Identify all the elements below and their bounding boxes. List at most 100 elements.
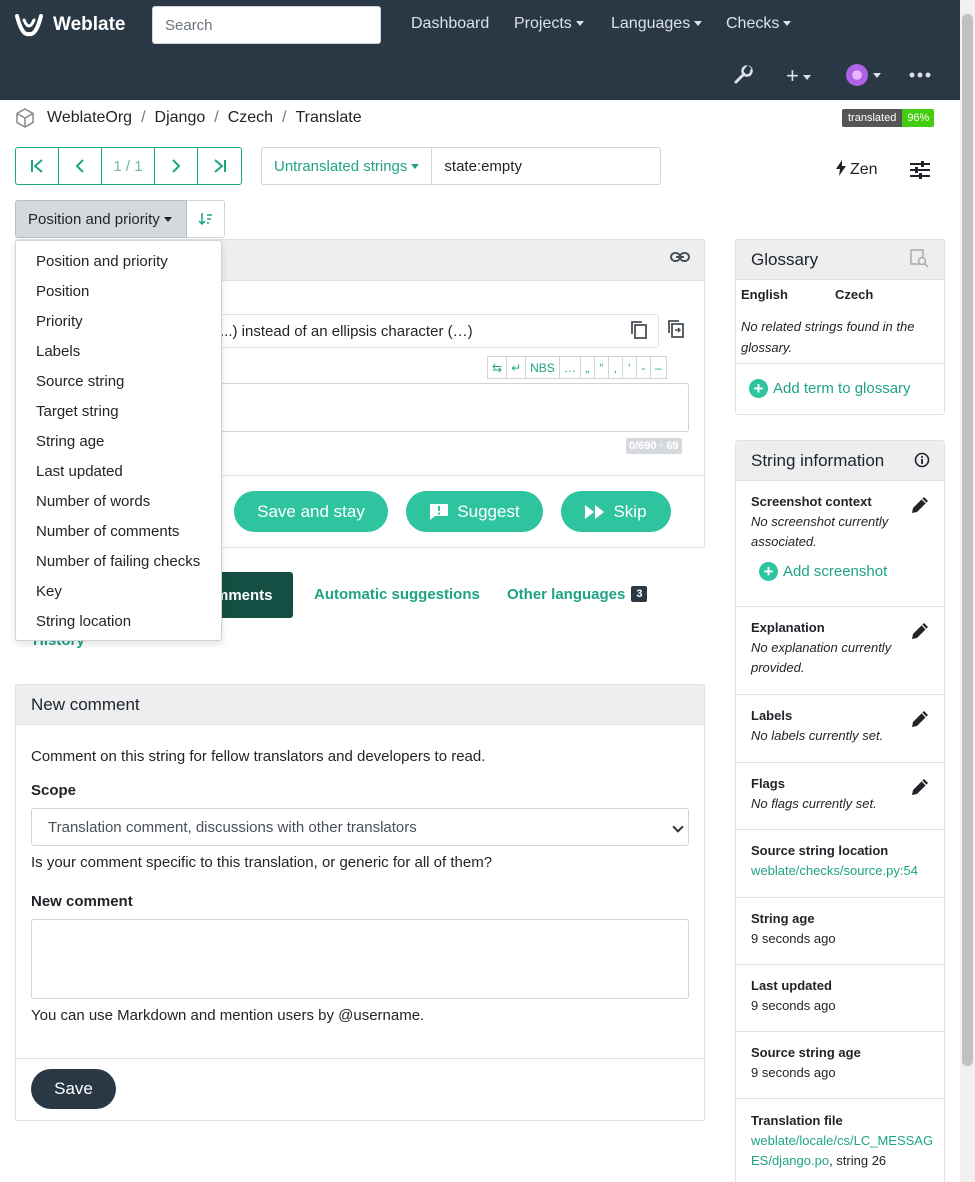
sort-option[interactable]: Number of words [16,486,221,516]
sort-option[interactable]: String location [16,606,221,636]
tab-other-languages[interactable]: Other languages 3 [507,586,648,603]
sort-option[interactable]: Number of comments [16,516,221,546]
string-age-title: String age [751,911,815,926]
filter-query-input[interactable]: state:empty [432,147,662,185]
top-navbar: Weblate Search Dashboard Projects Langua… [0,0,960,100]
edit-pencil-icon[interactable] [910,709,930,729]
plus-circle-icon: + [759,562,778,581]
add-term-link[interactable]: + Add term to glossary [749,379,911,398]
scrollbar-thumb[interactable] [962,14,973,1066]
nav-languages[interactable]: Languages [611,15,703,33]
sort-dropdown-menu: Position and priority Position Priority … [15,240,222,641]
string-info-header: String information [736,441,944,481]
breadcrumb-language[interactable]: Czech [228,109,273,127]
sort-dropdown-button[interactable]: Position and priority [15,200,187,238]
sort-option[interactable]: Target string [16,396,221,426]
sort-option[interactable]: Position [16,276,221,306]
sort-option[interactable]: Number of failing checks [16,546,221,576]
sort-option[interactable]: Key [16,576,221,606]
badge-value: 96% [902,109,935,127]
nav-dashboard[interactable]: Dashboard [411,15,489,33]
screenshot-value: No screenshot currently associated. [751,514,889,549]
tab-automatic-suggestions[interactable]: Automatic suggestions [314,586,480,603]
clone-source-icon[interactable] [667,320,685,338]
filter-group: Untranslated strings state:empty [261,147,662,185]
chevron-down-icon [694,21,703,27]
zen-button[interactable]: Zen [836,160,878,179]
breadcrumb-current: Translate [295,109,362,126]
comment-textarea[interactable] [31,919,689,999]
last-updated-value: 9 seconds ago [751,998,836,1013]
scope-select[interactable]: Translation comment, discussions with ot… [31,808,689,846]
add-menu[interactable]: + [786,63,811,89]
wrench-icon[interactable] [733,65,753,85]
sort-option[interactable]: Priority [16,306,221,336]
chevron-down-icon [672,821,684,833]
settings-sliders-icon[interactable] [910,161,930,179]
divider [736,829,944,830]
sort-option[interactable]: String age [16,426,221,456]
chevron-down-icon [411,163,420,169]
divider [736,897,944,898]
char-button[interactable]: – [649,356,667,379]
breadcrumb: WeblateOrg / Django / Czech / Translate [15,108,362,128]
skip-button[interactable]: Skip [561,491,671,532]
suggest-button[interactable]: Suggest [406,491,543,532]
explanation-value: No explanation currently provided. [751,640,892,675]
sort-option[interactable]: Source string [16,366,221,396]
char-button[interactable]: … [558,356,580,379]
more-icon[interactable] [909,72,931,78]
sort-option[interactable]: Position and priority [16,246,221,276]
char-button[interactable]: ↵ [506,356,526,379]
avatar[interactable] [846,64,868,86]
char-button[interactable]: “ [593,356,608,379]
divider [736,1098,944,1099]
search-input[interactable]: Search [152,6,381,44]
edit-pencil-icon[interactable] [910,621,930,641]
sort-option[interactable]: Labels [16,336,221,366]
char-button[interactable]: ‘ [621,356,636,379]
location-link[interactable]: weblate/checks/source.py:54 [751,863,918,878]
char-button[interactable]: ‚ [607,356,622,379]
brand[interactable]: Weblate [15,12,126,38]
chevron-down-icon [163,216,172,222]
edit-pencil-icon[interactable] [910,495,930,515]
status-badge[interactable]: translated 96% [842,109,935,127]
sort-direction-button[interactable] [187,200,225,238]
translation-file-link[interactable]: weblate/locale/cs/LC_MESSAG [751,1131,941,1151]
suggest-icon [430,503,449,520]
previous-button[interactable] [59,148,102,184]
source-age-title: Source string age [751,1045,861,1060]
glossary-col-source: English [741,287,788,302]
char-button[interactable]: „ [579,356,594,379]
save-comment-button[interactable]: Save [31,1069,116,1109]
info-icon[interactable] [914,452,930,468]
nav-projects[interactable]: Projects [514,15,584,33]
add-screenshot-link[interactable]: + Add screenshot [759,562,887,581]
translation-file-link-cont[interactable]: ES/django.po [751,1153,829,1168]
last-updated-section: Last updated 9 seconds ago [751,976,941,1016]
first-button[interactable] [16,148,59,184]
copy-icon[interactable] [630,321,648,339]
char-button[interactable]: ⇆ [487,356,507,379]
edit-pencil-icon[interactable] [910,777,930,797]
breadcrumb-project[interactable]: WeblateOrg [47,109,132,127]
glossary-search-icon[interactable] [910,249,929,268]
sort-descending-icon [198,213,212,226]
breadcrumb-component[interactable]: Django [155,109,206,127]
char-button[interactable]: - [635,356,650,379]
filter-dropdown[interactable]: Untranslated strings [261,147,433,185]
translation-file-title: Translation file [751,1113,843,1128]
string-age-section: String age 9 seconds ago [751,909,941,949]
next-button[interactable] [155,148,198,184]
char-button[interactable]: NBS [525,356,559,379]
divider [736,363,944,364]
translation-textarea[interactable] [215,383,689,432]
nav-checks[interactable]: Checks [726,15,792,33]
sort-option[interactable]: Last updated [16,456,221,486]
project-icon [16,108,34,128]
tab-comments[interactable]: mments [215,572,293,618]
save-and-stay-button[interactable]: Save and stay [234,491,388,532]
last-button[interactable] [198,148,241,184]
link-icon[interactable] [670,250,690,264]
